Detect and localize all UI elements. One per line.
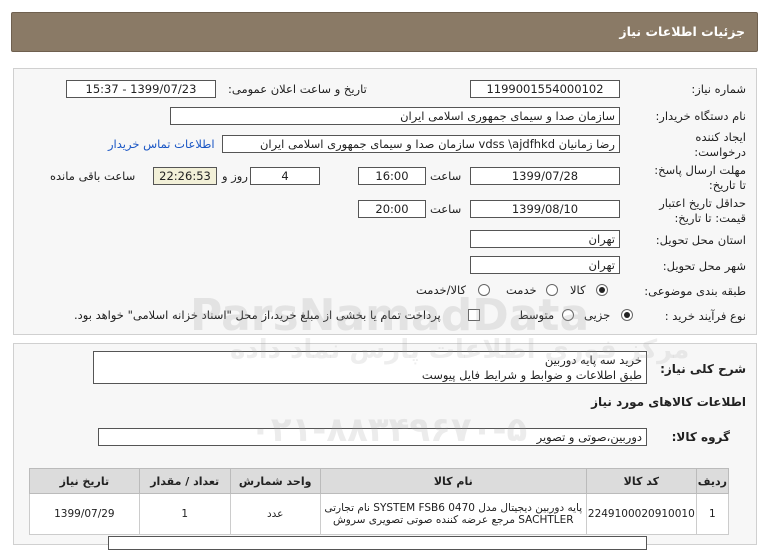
goods-group-label: گروه کالا: <box>671 430 730 444</box>
cell-row: 1 <box>695 493 730 535</box>
table-row: 1 2249100020910010 پایه دوربین دیجیتال م… <box>29 493 730 535</box>
deadline-date-field: 1399/07/28 <box>470 167 620 185</box>
creator-field: رضا زمانیان vdss \ajdfhkd سازمان صدا و س… <box>222 135 620 153</box>
goods-table-header: ردیف کد کالا نام کالا واحد شمارش تعداد /… <box>29 468 730 494</box>
col-name: نام کالا <box>319 468 587 494</box>
process-radio-minor[interactable] <box>621 309 633 321</box>
cell-name-line-2: SACHTLER مرجع عرضه کننده صوتی تصویری سرو… <box>332 514 574 526</box>
deadline-time-label: ساعت <box>430 169 462 183</box>
remaining-label: ساعت باقی مانده <box>50 169 136 183</box>
col-row: ردیف <box>695 468 730 494</box>
page-title: جزئیات اطلاعات نیاز <box>619 24 745 39</box>
validity-label-2: قیمت: تا تاریخ: <box>674 211 746 225</box>
cell-unit: عدد <box>229 493 321 535</box>
deadline-label-2: تا تاریخ: <box>708 178 746 192</box>
watermark-subtitle: مرکز فوری اطلاعات پارس نماد داده <box>230 335 690 365</box>
announce-label: تاریخ و ساعت اعلان عمومی: <box>228 82 367 96</box>
cell-name-line-1: پایه دوربین دیجیتال مدل SYSTEM FSB6 0470… <box>324 502 583 514</box>
need-number-label: شماره نیاز: <box>691 82 746 96</box>
col-qty: تعداد / مقدار <box>138 468 231 494</box>
col-code: کد کالا <box>585 468 697 494</box>
watermark-brand: ParsNamadData <box>190 290 590 341</box>
category-radio-goods[interactable] <box>596 284 608 296</box>
description-line-2: طبق اطلاعات و ضوابط و شرایط فایل پیوست <box>421 368 642 382</box>
col-date: تاریخ نیاز <box>29 468 140 494</box>
goods-section-title: اطلاعات کالاهای مورد نیاز <box>591 395 746 409</box>
remaining-time-field: 22:26:53 <box>153 167 217 185</box>
province-field: تهران <box>470 230 620 248</box>
cell-code: 2249100020910010 <box>585 493 697 535</box>
buyer-org-label: نام دستگاه خریدار: <box>655 109 746 123</box>
need-number-field: 1199001554000102 <box>470 80 620 98</box>
city-field: تهران <box>470 256 620 274</box>
city-label: شهر محل تحویل: <box>662 259 746 273</box>
validity-time-field: 20:00 <box>358 200 426 218</box>
announce-field: 1399/07/23 - 15:37 <box>66 80 216 98</box>
deadline-label-1: مهلت ارسال پاسخ: <box>654 163 746 177</box>
province-label: استان محل تحویل: <box>655 233 746 247</box>
category-label: طبقه بندی موضوعی: <box>644 284 746 298</box>
cell-name: پایه دوربین دیجیتال مدل SYSTEM FSB6 0470… <box>319 493 587 535</box>
validity-label-1: حداقل تاریخ اعتبار <box>659 196 746 210</box>
goods-table: ردیف کد کالا نام کالا واحد شمارش تعداد /… <box>29 468 730 535</box>
days-field: 4 <box>250 167 320 185</box>
watermark-phone: ۰۲۱-۸۸۳۴۹۶۷۰-۵ <box>250 410 528 450</box>
page-header: جزئیات اطلاعات نیاز <box>11 12 758 52</box>
buyer-org-field: سازمان صدا و سیمای جمهوری اسلامی ایران <box>170 107 620 125</box>
deadline-time-field: 16:00 <box>358 167 426 185</box>
col-unit: واحد شمارش <box>229 468 321 494</box>
cell-date: 1399/07/29 <box>29 493 140 535</box>
creator-label-1: ایجاد کننده <box>695 130 746 144</box>
next-field-partial <box>108 536 647 550</box>
cell-qty: 1 <box>138 493 231 535</box>
validity-time-label: ساعت <box>430 202 462 216</box>
process-label: نوع فرآیند خرید : <box>664 309 746 323</box>
validity-date-field: 1399/08/10 <box>470 200 620 218</box>
days-label: روز و <box>222 169 248 183</box>
creator-label-2: درخواست: <box>694 145 746 159</box>
buyer-contact-link[interactable]: اطلاعات تماس خریدار <box>108 137 215 151</box>
